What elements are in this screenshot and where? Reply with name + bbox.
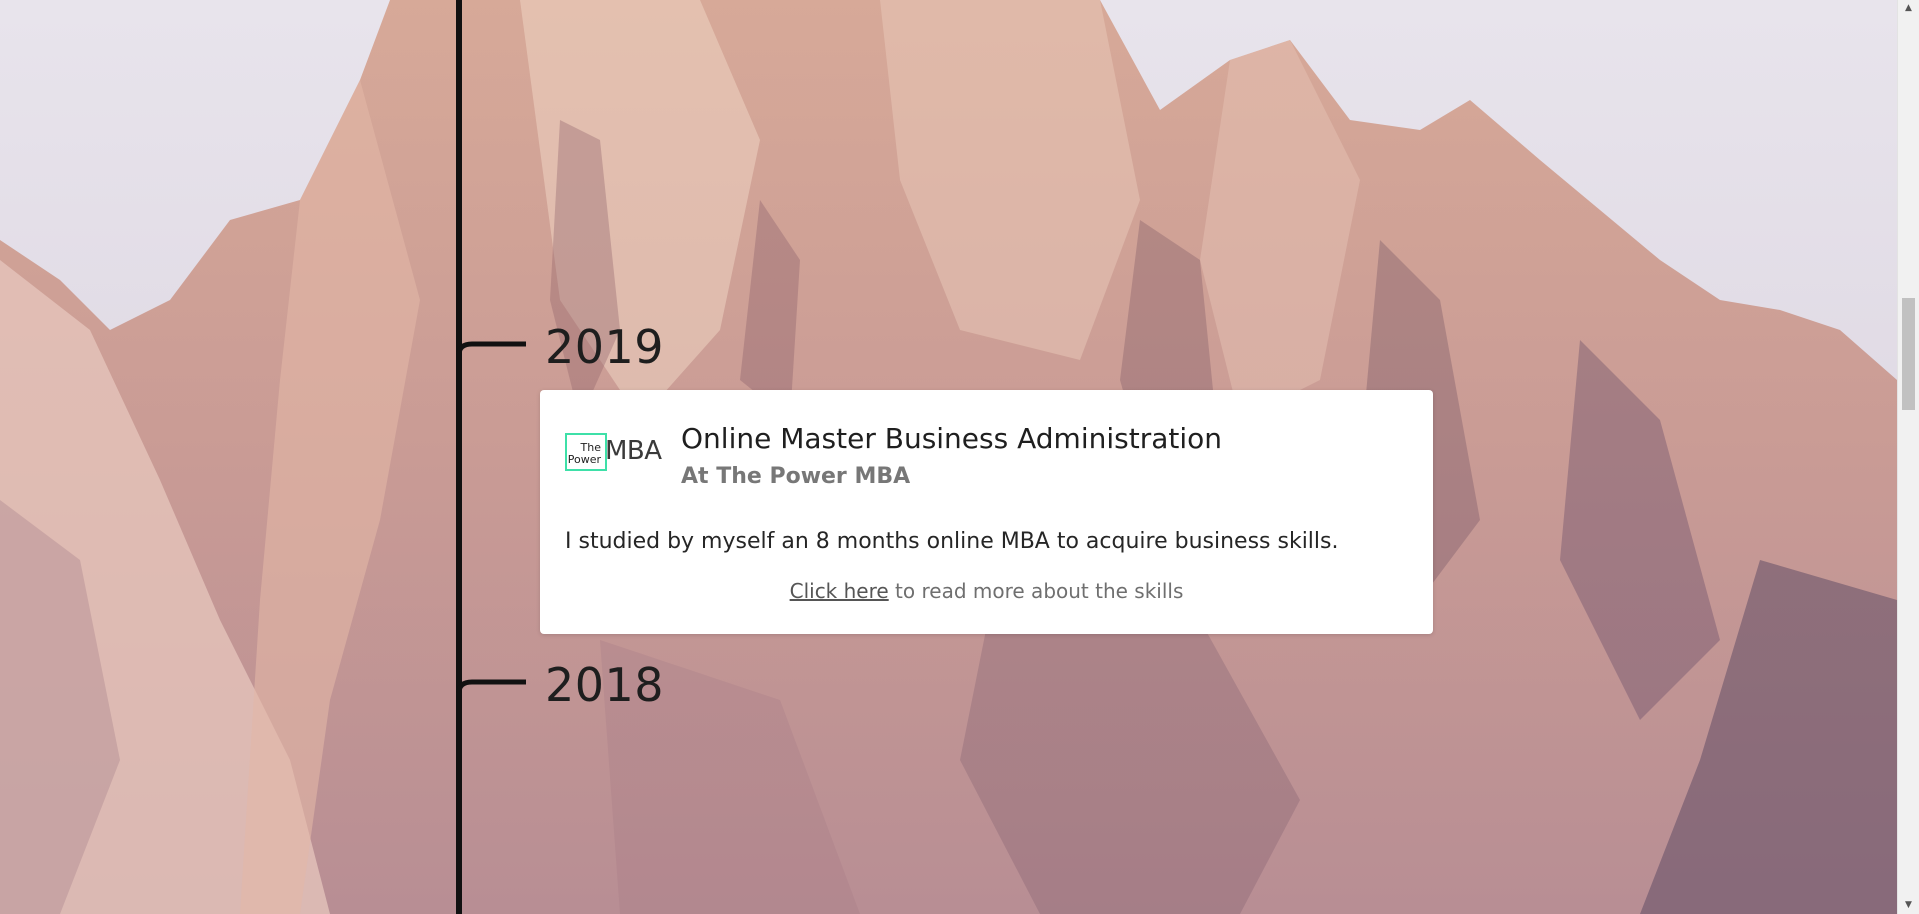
education-card: The Power MBA Online Master Business Admi…: [540, 390, 1433, 634]
logo-mark: The Power: [565, 433, 607, 471]
card-subtitle: At The Power MBA: [681, 464, 911, 489]
the-power-mba-logo: The Power MBA: [565, 433, 662, 475]
scroll-up-arrow-icon[interactable]: ▲: [1898, 0, 1919, 17]
timeline-branch-2019: [456, 331, 526, 357]
timeline-branch-2018: [456, 669, 526, 695]
year-label-2018: 2018: [545, 658, 665, 712]
read-more-link[interactable]: Click here: [790, 579, 889, 603]
timeline-line: [456, 0, 462, 914]
read-more-suffix: to read more about the skills: [888, 579, 1184, 603]
page-viewport: 2019 2018 The Power MBA Online Master Bus…: [0, 0, 1919, 914]
scroll-down-arrow-icon[interactable]: ▼: [1898, 897, 1919, 914]
scrollbar-thumb[interactable]: [1902, 298, 1915, 410]
card-description: I studied by myself an 8 months online M…: [565, 529, 1339, 554]
card-title: Online Master Business Administration: [681, 422, 1222, 455]
vertical-scrollbar[interactable]: ▲ ▼: [1897, 0, 1919, 914]
read-more-line: Click here to read more about the skills: [540, 579, 1433, 603]
logo-wordmark: MBA: [605, 436, 662, 466]
year-label-2019: 2019: [545, 320, 665, 374]
